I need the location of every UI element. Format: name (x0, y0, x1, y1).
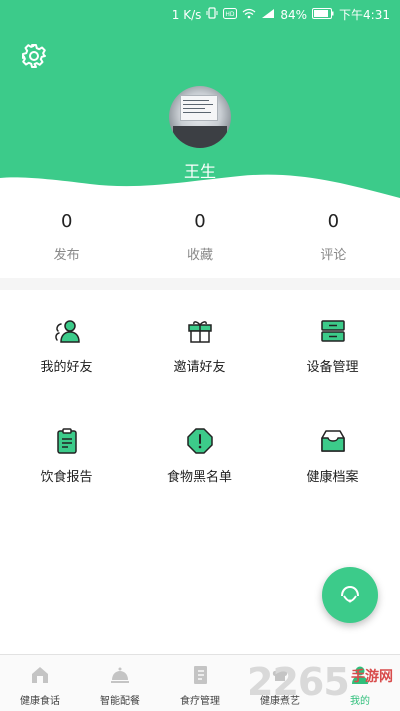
stat-label: 评论 (320, 248, 347, 263)
stat-value: 0 (60, 211, 73, 232)
menu-diet-report[interactable]: 饮食报告 (0, 426, 133, 485)
status-bar: 1 K/s HD 84% 下午4:31 (0, 0, 400, 28)
tab-smart-meals[interactable]: 智能配餐 (80, 655, 160, 711)
vibrate-icon (206, 7, 218, 22)
network-speed: 1 K/s (171, 7, 202, 22)
svg-text:HD: HD (226, 11, 236, 18)
battery-icon (312, 7, 334, 22)
signal-icon (261, 8, 275, 22)
menu-label: 邀请好友 (173, 360, 226, 375)
menu-device-management[interactable]: 设备管理 (266, 316, 399, 375)
menu-my-friends[interactable]: 我的好友 (0, 316, 133, 375)
menu-label: 食物黑名单 (166, 470, 232, 485)
headset-icon (341, 585, 359, 603)
wifi-icon (242, 8, 256, 22)
stat-favorites[interactable]: 0 收藏 (133, 208, 266, 278)
menu-health-archive[interactable]: 健康档案 (266, 426, 399, 485)
stat-value: 0 (194, 211, 206, 232)
tab-health-talk[interactable]: 健康食话 (0, 655, 80, 711)
stat-label: 收藏 (186, 248, 213, 263)
menu-label: 饮食报告 (40, 470, 93, 485)
avatar[interactable] (169, 86, 231, 148)
stats-row: 0 发布 0 收藏 0 评论 (0, 208, 400, 278)
home-icon (0, 664, 80, 688)
profile-header: 1 K/s HD 84% 下午4:31 王生 (0, 0, 400, 200)
tab-label: 食疗管理 (180, 696, 220, 707)
menu-invite-friends[interactable]: 邀请好友 (133, 316, 266, 375)
blacklist-icon (185, 426, 215, 456)
stat-value: 0 (327, 211, 340, 232)
stat-posts[interactable]: 0 发布 (0, 208, 133, 278)
device-icon (318, 316, 348, 346)
watermark: 2265 手游网 (247, 660, 397, 708)
stat-label: 发布 (53, 248, 80, 263)
menu-label: 设备管理 (306, 360, 359, 375)
menu-label: 健康档案 (306, 470, 359, 485)
tab-label: 健康食话 (20, 696, 60, 707)
user-name: 王生 (183, 162, 216, 181)
dish-icon (80, 664, 160, 688)
report-icon (52, 426, 82, 456)
watermark-text: 手游网 (351, 669, 393, 685)
menu-food-blacklist[interactable]: 食物黑名单 (133, 426, 266, 485)
archive-icon (318, 426, 348, 456)
friends-icon (52, 316, 82, 346)
tab-diet-therapy[interactable]: 食疗管理 (160, 655, 240, 711)
tab-label: 智能配餐 (100, 696, 140, 707)
section-divider (0, 278, 400, 290)
watermark-number: 2265 (247, 660, 350, 704)
settings-gear-icon[interactable] (20, 42, 48, 70)
battery-percent: 84% (280, 7, 308, 22)
menu-label: 我的好友 (40, 360, 93, 375)
customer-service-button[interactable] (322, 567, 378, 623)
clock: 下午4:31 (339, 8, 390, 22)
gift-icon (185, 316, 215, 346)
hd-badge-icon: HD (223, 7, 238, 22)
notebook-icon (160, 664, 240, 688)
stat-comments[interactable]: 0 评论 (267, 208, 400, 278)
